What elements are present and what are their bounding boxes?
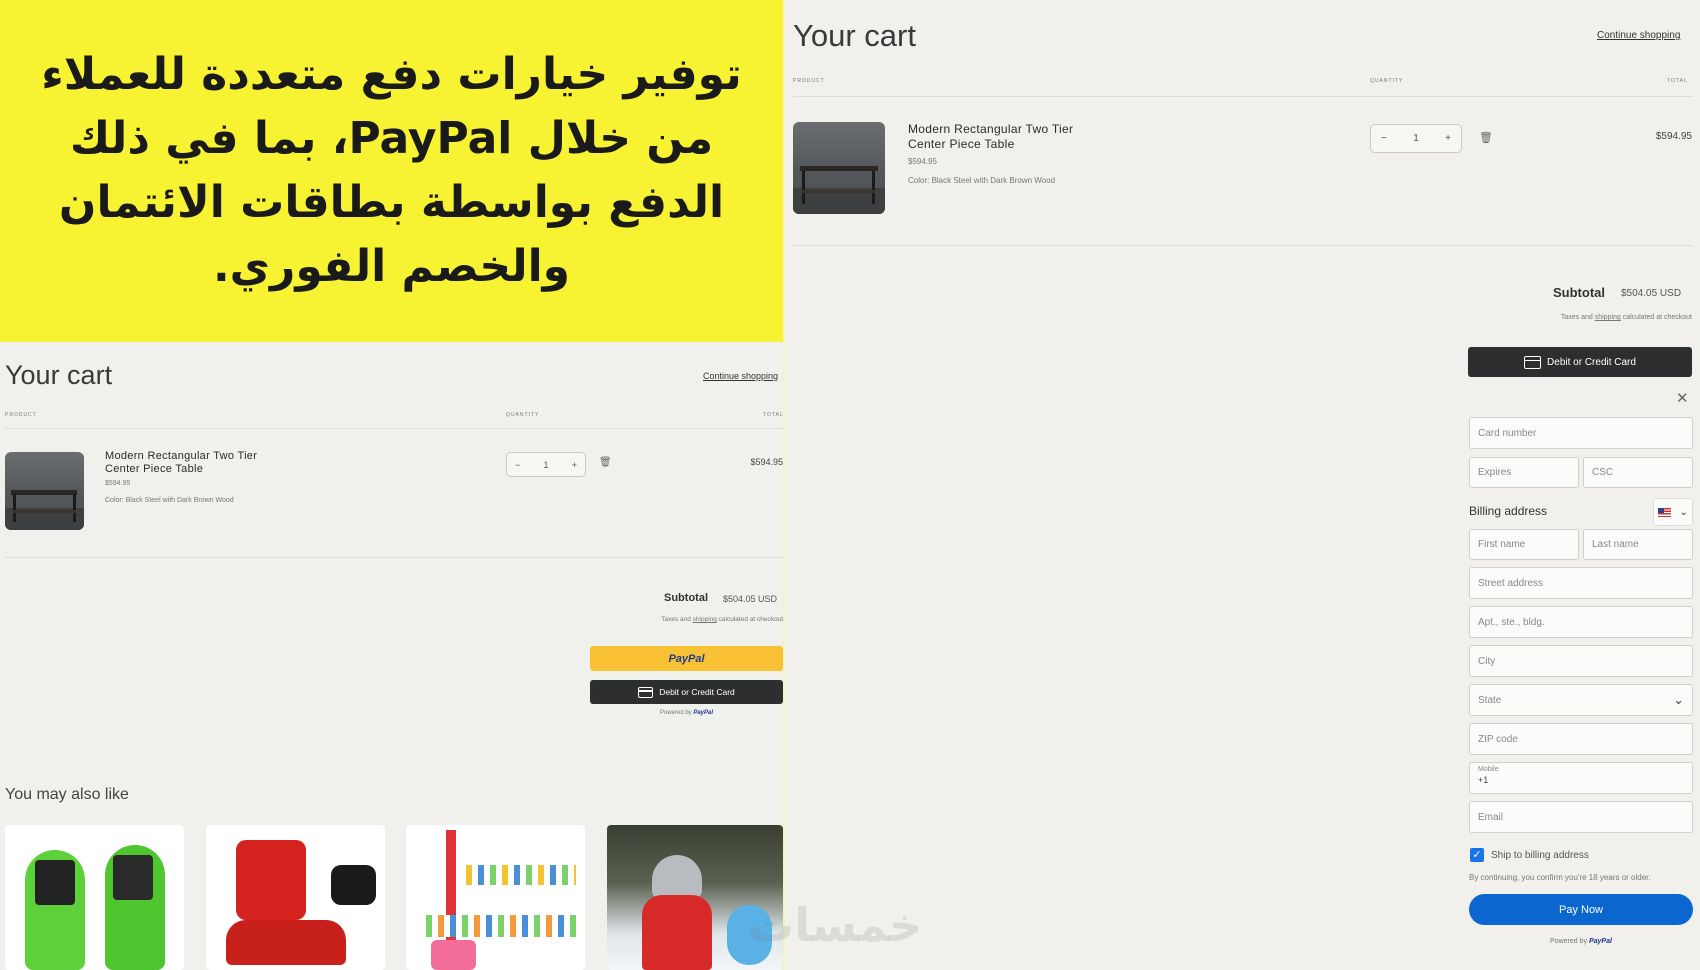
csc-field[interactable]: CSC [1583, 457, 1693, 488]
promo-banner: توفير خيارات دفع متعددة للعملاء من خلال … [0, 0, 783, 342]
quantity-value[interactable]: 1 [543, 460, 548, 470]
debit-credit-card-label: Debit or Credit Card [659, 687, 735, 697]
item-divider [5, 557, 783, 558]
ship-to-billing-label: Ship to billing address [1491, 850, 1589, 861]
product-name-line1[interactable]: Modern Rectangular Two Tier [105, 450, 257, 462]
credit-card-icon [1524, 355, 1542, 369]
debit-credit-card-button[interactable]: Debit or Credit Card [590, 680, 783, 704]
credit-card-icon [638, 686, 654, 698]
subtotal-label: Subtotal [664, 592, 708, 604]
state-select-label: State [1478, 694, 1502, 706]
continue-shopping-link[interactable]: Continue shopping [1597, 30, 1680, 41]
tax-note: Taxes and shipping calculated at checkou… [560, 616, 783, 623]
column-header-total: TOTAL [763, 412, 784, 418]
recommendation-card-inflatable-costume[interactable] [5, 825, 184, 970]
decrease-quantity-button[interactable]: − [515, 460, 520, 470]
item-divider [793, 245, 1693, 246]
product-variant: Color: Black Steel with Dark Brown Wood [908, 176, 1056, 185]
increase-quantity-button[interactable]: + [1445, 133, 1451, 144]
chevron-down-icon: ⌄ [1679, 506, 1688, 518]
trash-icon[interactable]: 🗑 [1479, 131, 1493, 144]
powered-by-prefix: Powered by [1550, 938, 1589, 945]
column-header-product: PRODUCT [793, 78, 825, 84]
debit-credit-card-button[interactable]: Debit or Credit Card [1468, 347, 1692, 377]
chevron-down-icon: ⌄ [1673, 692, 1684, 707]
product-thumbnail[interactable] [5, 452, 84, 530]
paypal-logo: PayPal [1588, 938, 1612, 945]
state-select[interactable]: State ⌄ [1469, 684, 1693, 716]
age-consent-text: By continuing, you confirm you're 18 yea… [1469, 873, 1651, 882]
line-total: $594.95 [1655, 131, 1692, 142]
debit-credit-card-label: Debit or Credit Card [1547, 356, 1636, 368]
product-unit-price: $594.95 [908, 157, 937, 166]
country-selector[interactable]: ⌄ [1653, 498, 1693, 526]
header-divider [5, 428, 783, 429]
first-name-field[interactable]: First name [1469, 529, 1579, 560]
trash-icon[interactable]: 🗑 [599, 457, 612, 468]
mobile-field[interactable]: Mobile +1 [1469, 762, 1693, 794]
recommendations-heading: You may also like [5, 786, 129, 803]
product-name-line1[interactable]: Modern Rectangular Two Tier [908, 122, 1073, 136]
recommendation-card-domino-train[interactable] [406, 825, 585, 970]
column-header-quantity: QUANTITY [1370, 78, 1404, 84]
last-name-field[interactable]: Last name [1583, 529, 1693, 560]
powered-by-prefix: Powered by [659, 710, 694, 716]
tax-note-prefix: Taxes and [661, 616, 693, 623]
pay-now-button[interactable]: Pay Now [1469, 894, 1693, 925]
column-header-product: PRODUCT [5, 412, 37, 418]
product-name-line2[interactable]: Center Piece Table [105, 463, 203, 475]
subtotal-value: $504.05 USD [723, 594, 778, 604]
recommendation-card-transforming-robot-car[interactable] [206, 825, 385, 970]
quantity-stepper: − 1 + [1370, 124, 1462, 153]
card-number-field[interactable]: Card number [1469, 417, 1693, 449]
zip-code-field[interactable]: ZIP code [1469, 723, 1693, 755]
expires-field[interactable]: Expires [1469, 457, 1579, 488]
product-variant: Color: Black Steel with Dark Brown Wood [105, 497, 234, 504]
mobile-country-code: +1 [1478, 775, 1489, 785]
paypal-logo: PayPal [693, 710, 714, 716]
product-thumbnail[interactable] [793, 122, 885, 214]
ship-to-billing-checkbox[interactable]: ✓ [1470, 848, 1484, 862]
close-icon[interactable]: ✕ [1676, 389, 1689, 407]
header-divider [793, 96, 1693, 97]
right-cart-panel: Your cart Continue shopping PRODUCT QUAN… [785, 0, 1700, 970]
continue-shopping-link[interactable]: Continue shopping [703, 371, 778, 381]
banner-headline: توفير خيارات دفع متعددة للعملاء من خلال … [41, 49, 742, 292]
quantity-value[interactable]: 1 [1413, 133, 1419, 144]
shipping-link[interactable]: shipping [1595, 314, 1621, 321]
increase-quantity-button[interactable]: + [572, 460, 577, 470]
street-address-field[interactable]: Street address [1469, 567, 1693, 599]
powered-by-paypal: Powered by PayPal [1469, 938, 1693, 945]
paypal-button[interactable]: PayPal [590, 646, 783, 671]
tax-note-prefix: Taxes and [1560, 314, 1595, 321]
decrease-quantity-button[interactable]: − [1381, 133, 1387, 144]
mobile-field-label: Mobile [1478, 766, 1499, 773]
product-unit-price: $594.95 [105, 480, 131, 487]
left-cart-panel: Your cart Continue shopping PRODUCT QUAN… [0, 342, 783, 970]
apartment-field[interactable]: Apt., ste., bldg. [1469, 606, 1693, 638]
column-header-total: TOTAL [1667, 78, 1688, 84]
billing-address-label: Billing address [1469, 504, 1548, 518]
quantity-stepper: − 1 + [506, 452, 586, 477]
tax-note: Taxes and shipping calculated at checkou… [1425, 314, 1692, 321]
line-total: $594.95 [750, 457, 783, 467]
us-flag-icon [1658, 507, 1672, 517]
subtotal-value: $504.05 USD [1621, 288, 1682, 299]
shipping-link[interactable]: shipping [693, 616, 717, 623]
tax-note-suffix: calculated at checkout [1620, 314, 1692, 321]
khamsat-watermark: خمسات [748, 898, 923, 952]
product-name-line2[interactable]: Center Piece Table [908, 137, 1015, 151]
email-field[interactable]: Email [1469, 801, 1693, 833]
city-field[interactable]: City [1469, 645, 1693, 677]
tax-note-suffix: calculated at checkout [716, 616, 783, 623]
subtotal-label: Subtotal [1553, 285, 1605, 300]
page-title: Your cart [5, 360, 113, 390]
page-title: Your cart [793, 18, 916, 53]
column-header-quantity: QUANTITY [506, 412, 540, 418]
powered-by-paypal: Powered by PayPal [590, 710, 783, 716]
